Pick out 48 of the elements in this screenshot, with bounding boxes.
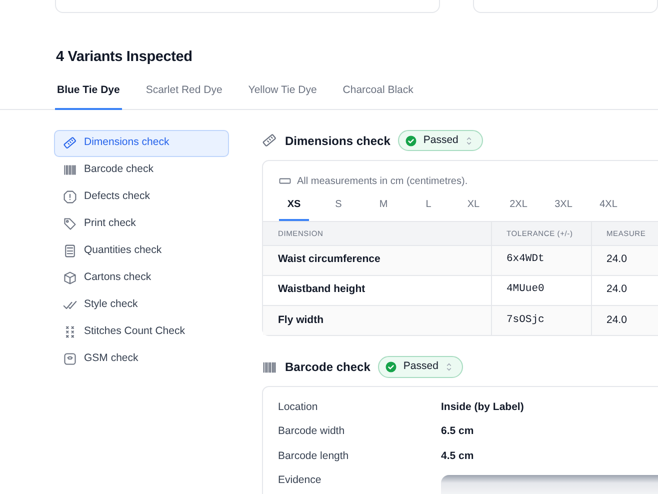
field-value: 6.5 cm [441,424,474,440]
barcode-icon [262,360,277,375]
section-heading: 4 Variants Inspected [56,48,194,67]
cross-stitch-icon [63,325,77,339]
field-value: 4.5 cm [441,448,474,464]
alert-octagon-icon [63,190,77,204]
variant-tab[interactable]: Scarlet Red Dye [144,82,224,110]
sidebar-item[interactable]: Defects check [54,184,229,210]
sidebar-item[interactable]: Style check [54,292,229,318]
size-tab[interactable]: 3XL [541,190,586,220]
size-tab[interactable]: XL [451,190,496,220]
table-cell: 7sOSjc [491,305,591,336]
sidebar-item[interactable]: Barcode check [54,156,229,184]
double-check-icon [63,298,77,312]
check-circle-icon [405,134,418,146]
size-tab[interactable]: L [406,190,451,220]
size-tab[interactable]: S [316,190,361,220]
section-title: Dimensions check [285,132,390,150]
size-tab[interactable]: M [361,190,406,220]
sidebar-item[interactable]: GSM check [54,346,229,372]
table-cell: 24.0 [591,305,658,336]
status-dropdown[interactable]: Passed [378,356,464,378]
variant-tab[interactable]: Yellow Tie Dye [246,82,319,110]
tag-icon [63,217,77,231]
variant-tab[interactable]: Charcoal Black [340,82,416,110]
sidebar-item[interactable]: Print check [54,210,229,238]
table-cell: 6x4WDt [491,245,591,276]
sidebar-item[interactable]: Stitches Count Check [54,318,229,346]
size-tab[interactable]: 2XL [496,190,541,220]
field-label: Evidence [278,473,322,488]
check-circle-icon [385,361,398,374]
variant-tab[interactable]: Blue Tie Dye [55,82,122,110]
status-dropdown[interactable]: Passed [398,130,484,152]
table-cell: 24.0 [591,245,658,276]
measurement-note: All measurements in cm (centimetres). [297,174,468,188]
sidebar-item[interactable]: Quantities check [54,238,229,264]
box-icon [63,271,77,285]
barcode-icon [63,163,77,177]
table-cell: Waist circumference [263,245,491,276]
table-cell: Fly width [263,305,491,336]
field-value: Inside (by Label) [441,400,524,415]
section-title: Barcode check [285,359,370,376]
field-label: Location [278,400,319,415]
field-label: Barcode width [278,424,346,440]
sidebar-item[interactable]: Dimensions check [54,130,229,156]
sidebar-item[interactable]: Cartons check [54,264,229,292]
field-label: Barcode length [278,448,350,464]
size-tab[interactable]: 4XL [586,190,631,220]
